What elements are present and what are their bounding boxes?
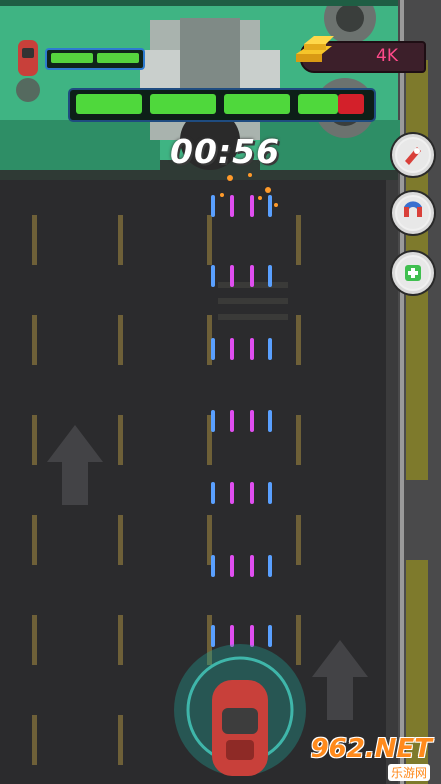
boss-health-segment — [76, 94, 142, 114]
player-health-segment — [51, 53, 93, 63]
game-stage[interactable]: 4K 00:56 962.NET 乐游网 — [0, 0, 441, 784]
boss-health-bar — [68, 88, 376, 122]
boss-health-segment — [224, 94, 290, 114]
gold-bars-icon — [292, 32, 340, 70]
rocket-icon — [397, 139, 429, 171]
magnet-powerup[interactable] — [392, 192, 434, 234]
gold-value: 4K — [376, 46, 398, 66]
watermark-subtext: 乐游网 — [387, 764, 430, 781]
boss-health-segment — [150, 94, 216, 114]
player-car — [174, 644, 306, 776]
magnet-icon — [397, 197, 429, 229]
wrench-plus-icon — [397, 257, 429, 289]
countdown-timer: 00:56 — [170, 132, 281, 171]
player-car-icon — [16, 38, 40, 78]
repair-powerup[interactable] — [392, 252, 434, 294]
watermark-logo-text: 962.NET — [310, 734, 432, 764]
player-health-segment — [97, 53, 139, 63]
boss-health-damage — [338, 94, 364, 114]
boss-health-segment — [298, 94, 338, 114]
rocket-powerup[interactable] — [392, 134, 434, 176]
player-health-bar — [45, 48, 145, 70]
site-watermark: 962.NET 乐游网 — [300, 732, 438, 781]
